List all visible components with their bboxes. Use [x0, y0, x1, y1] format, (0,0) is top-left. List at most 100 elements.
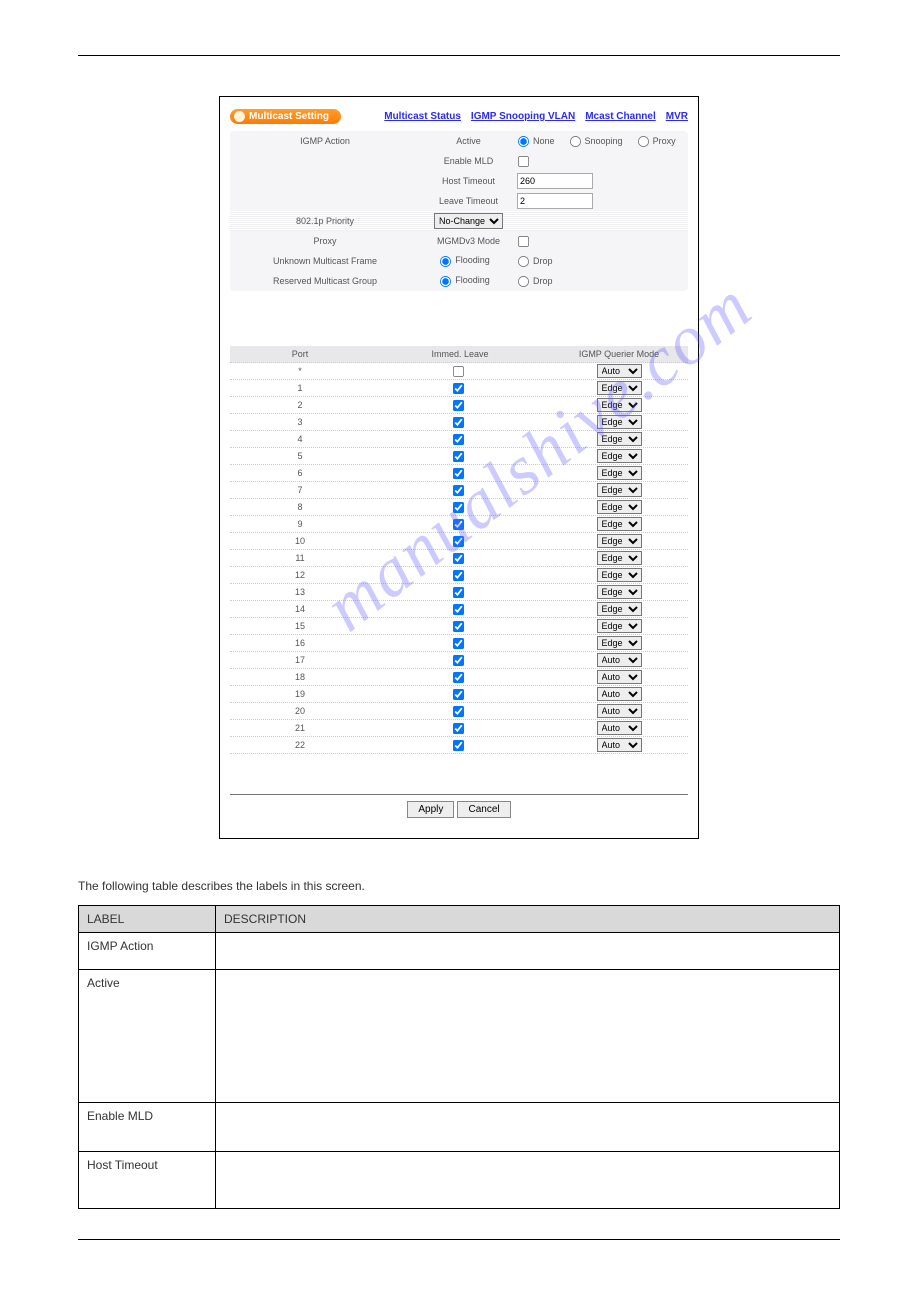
port-number: 19 [230, 689, 370, 699]
querier-mode-select[interactable]: Edge [597, 466, 642, 480]
port-number: 7 [230, 485, 370, 495]
input-host-timeout[interactable] [517, 173, 593, 189]
port-row: 19 Auto [230, 686, 688, 703]
immed-leave-checkbox[interactable] [453, 586, 464, 597]
immed-leave-checkbox[interactable] [453, 603, 464, 614]
radio-active-none[interactable] [518, 135, 529, 146]
port-row: 10Edge [230, 533, 688, 550]
link-multicast-status[interactable]: Multicast Status [384, 111, 461, 122]
querier-mode-select[interactable]: Auto [597, 653, 642, 667]
querier-mode-select[interactable]: Auto [597, 687, 642, 701]
port-row: 15Edge [230, 618, 688, 635]
immed-leave-checkbox[interactable] [453, 399, 464, 410]
link-igmp-snooping-vlan[interactable]: IGMP Snooping VLAN [471, 111, 575, 122]
querier-mode-select[interactable]: Auto [597, 738, 642, 752]
row-rmg: Reserved Multicast Group Flooding Drop [230, 271, 688, 291]
apply-button[interactable]: Apply [407, 801, 454, 818]
radio-active-snooping[interactable] [569, 135, 580, 146]
label-active: Active [426, 136, 511, 146]
querier-mode-select[interactable]: Auto [597, 670, 642, 684]
querier-mode-select[interactable]: Auto [597, 364, 642, 378]
port-number: 6 [230, 468, 370, 478]
port-number: 20 [230, 706, 370, 716]
querier-mode-select[interactable]: Edge [597, 534, 642, 548]
immed-leave-checkbox[interactable] [453, 501, 464, 512]
radio-rmg-flooding[interactable] [440, 275, 451, 286]
immed-leave-checkbox[interactable] [453, 365, 464, 376]
select-priority[interactable]: No-Change [434, 213, 503, 229]
querier-mode-select[interactable]: Edge [597, 517, 642, 531]
querier-mode-select[interactable]: Edge [597, 381, 642, 395]
immed-leave-checkbox[interactable] [453, 722, 464, 733]
querier-mode-select[interactable]: Edge [597, 432, 642, 446]
immed-leave-checkbox[interactable] [453, 416, 464, 427]
label-mgmd: MGMDv3 Mode [426, 236, 511, 246]
immed-leave-checkbox[interactable] [453, 467, 464, 478]
querier-mode-select[interactable]: Edge [597, 398, 642, 412]
link-mvr[interactable]: MVR [666, 111, 688, 122]
port-row: 2Edge [230, 397, 688, 414]
port-row: 5Edge [230, 448, 688, 465]
cell-label: IGMP Action [79, 933, 216, 970]
immed-leave-checkbox[interactable] [453, 518, 464, 529]
cancel-button[interactable]: Cancel [457, 801, 510, 818]
querier-mode-select[interactable]: Auto [597, 704, 642, 718]
port-row: 4 Edge [230, 431, 688, 448]
immed-leave-checkbox[interactable] [453, 739, 464, 750]
col-immed: Immed. Leave [370, 349, 550, 359]
immed-leave-checkbox[interactable] [453, 637, 464, 648]
opt-drop: Drop [533, 255, 553, 265]
querier-mode-select[interactable]: Edge [597, 568, 642, 582]
immed-leave-checkbox[interactable] [453, 484, 464, 495]
top-rule [78, 55, 840, 56]
port-row: 21 Auto [230, 720, 688, 737]
radio-umf-drop[interactable] [518, 255, 529, 266]
port-number: 21 [230, 723, 370, 733]
row-umf: Unknown Multicast Frame Flooding Drop [230, 251, 688, 271]
opt-snooping: Snooping [585, 135, 623, 145]
immed-leave-checkbox[interactable] [453, 535, 464, 546]
immed-leave-checkbox[interactable] [453, 671, 464, 682]
querier-mode-select[interactable]: Edge [597, 602, 642, 616]
link-mcast-channel[interactable]: Mcast Channel [585, 111, 656, 122]
radio-umf-flooding[interactable] [440, 255, 451, 266]
port-number: 4 [230, 434, 370, 444]
immed-leave-checkbox[interactable] [453, 450, 464, 461]
querier-mode-select[interactable]: Edge [597, 619, 642, 633]
panel-title-bar: Multicast Setting [230, 109, 341, 124]
checkbox-enable-mld[interactable] [518, 155, 529, 166]
row-active: IGMP Action Active None Snooping Proxy [230, 131, 688, 151]
querier-mode-select[interactable]: Edge [597, 551, 642, 565]
table-row: Active [79, 970, 840, 1103]
cell-desc [216, 1152, 840, 1209]
immed-leave-checkbox[interactable] [453, 569, 464, 580]
querier-mode-select[interactable]: Edge [597, 415, 642, 429]
radio-active-proxy[interactable] [638, 135, 649, 146]
querier-mode-select[interactable]: Edge [597, 585, 642, 599]
label-umf: Unknown Multicast Frame [230, 256, 426, 266]
immed-leave-checkbox[interactable] [453, 688, 464, 699]
immed-leave-checkbox[interactable] [453, 654, 464, 665]
immed-leave-checkbox[interactable] [453, 552, 464, 563]
table-row: Host Timeout [79, 1152, 840, 1209]
row-leave-timeout: Leave Timeout [230, 191, 688, 211]
row-host-timeout: Host Timeout [230, 171, 688, 191]
querier-mode-select[interactable]: Edge [597, 449, 642, 463]
querier-mode-select[interactable]: Edge [597, 636, 642, 650]
checkbox-mgmd[interactable] [518, 235, 529, 246]
immed-leave-checkbox[interactable] [453, 620, 464, 631]
querier-mode-select[interactable]: Auto [597, 721, 642, 735]
immed-leave-checkbox[interactable] [453, 433, 464, 444]
radio-rmg-drop[interactable] [518, 275, 529, 286]
querier-mode-select[interactable]: Edge [597, 483, 642, 497]
opt-flooding-2: Flooding [455, 275, 490, 285]
port-number: 1 [230, 383, 370, 393]
immed-leave-checkbox[interactable] [453, 705, 464, 716]
querier-mode-select[interactable]: Edge [597, 500, 642, 514]
desc-intro: The following table describes the labels… [78, 879, 840, 893]
cell-desc [216, 970, 840, 1103]
immed-leave-checkbox[interactable] [453, 382, 464, 393]
cell-desc [216, 933, 840, 970]
port-row: 9Edge [230, 516, 688, 533]
input-leave-timeout[interactable] [517, 193, 593, 209]
